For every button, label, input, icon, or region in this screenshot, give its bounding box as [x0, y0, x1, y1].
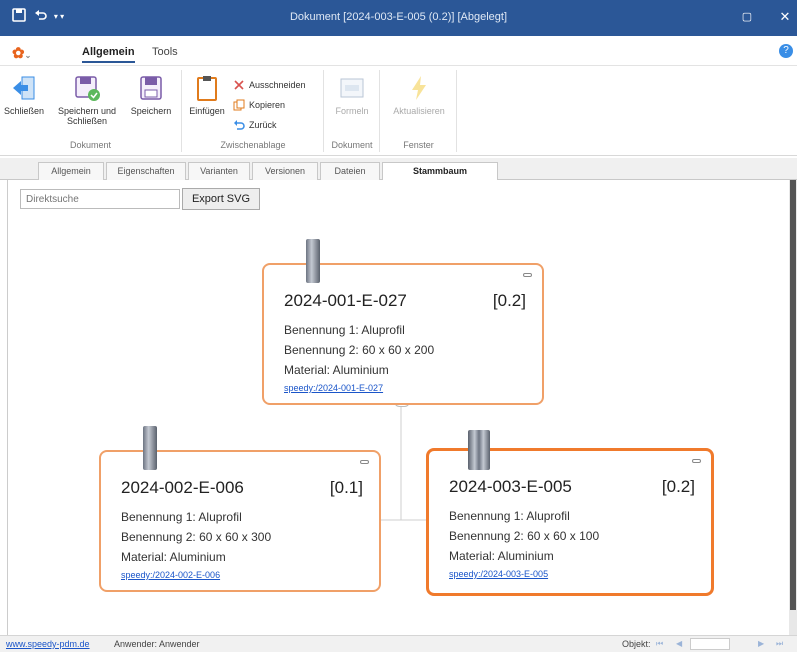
save-and-close-button[interactable]: Speichern und Schließen — [56, 74, 118, 126]
node-version: [0.2] — [492, 291, 526, 310]
next-record-icon[interactable]: ▶ — [758, 639, 764, 648]
node-material: Material: Aluminium — [121, 550, 226, 564]
node-material: Material: Aluminium — [449, 549, 554, 563]
node-benennung-2: Benennung 2: 60 x 60 x 100 — [449, 529, 600, 543]
save-close-icon — [73, 74, 101, 102]
aluprofile-icon — [306, 239, 320, 283]
group-label-dokument-2: Dokument — [331, 140, 373, 150]
clipboard-icon — [193, 74, 221, 102]
tree-node[interactable]: 2024-001-E-027 [0.2] Benennung 1: Alupro… — [262, 263, 544, 405]
refresh-button[interactable]: Aktualisieren — [387, 74, 451, 116]
node-part-number: 2024-001-E-027 — [284, 291, 407, 310]
node-benennung-2: Benennung 2: 60 x 60 x 200 — [284, 343, 435, 357]
tab-allgemein[interactable]: Allgemein — [38, 162, 104, 180]
form-icon — [338, 74, 366, 102]
current-user: Anwender: Anwender — [114, 639, 200, 649]
node-benennung-1: Benennung 1: Aluprofil — [449, 509, 570, 523]
undo-arrow-icon — [233, 119, 245, 131]
website-link[interactable]: www.speedy-pdm.de — [6, 639, 90, 649]
node-version: [0.2] — [661, 477, 695, 496]
group-label-fenster: Fenster — [403, 140, 434, 150]
first-record-icon[interactable]: ⏮ — [656, 639, 663, 649]
undo-button[interactable]: Zurück — [233, 118, 277, 132]
node-version: [0.1] — [329, 478, 363, 497]
node-toggle-icon[interactable] — [692, 459, 701, 463]
node-link[interactable]: speedy:/2024-002-E-006 — [121, 570, 220, 580]
copy-icon — [233, 99, 245, 111]
node-benennung-1: Benennung 1: Aluprofil — [121, 510, 242, 524]
aluprofile-icon — [143, 426, 157, 470]
tree-node[interactable]: 2024-002-E-006 [0.1] Benennung 1: Alupro… — [99, 450, 381, 592]
copy-button[interactable]: Kopieren — [233, 98, 285, 112]
tab-stammbaum[interactable]: Stammbaum — [382, 162, 498, 181]
close-arrow-icon — [10, 74, 38, 102]
paste-button[interactable]: Einfügen — [187, 74, 227, 116]
tab-eigenschaften[interactable]: Eigenschaften — [106, 162, 186, 180]
vertical-scrollbar[interactable] — [789, 180, 797, 635]
scissors-icon — [233, 79, 245, 91]
status-bar: www.speedy-pdm.de Anwender: Anwender Obj… — [0, 635, 797, 652]
node-part-number: 2024-002-E-006 — [121, 478, 244, 497]
ribbon-tab-tools[interactable]: Tools — [152, 46, 178, 58]
ribbon-tab-bar: ✿⌄ Allgemein Tools ? — [0, 36, 797, 66]
group-label-dokument: Dokument — [69, 140, 112, 150]
scrollbar-thumb[interactable] — [790, 180, 796, 610]
node-link[interactable]: speedy:/2024-001-E-027 — [284, 383, 383, 393]
last-record-icon[interactable]: ⏭ — [776, 639, 783, 649]
cut-button[interactable]: Ausschneiden — [233, 78, 306, 92]
ribbon: Schließen Speichern und Schließen Speich… — [0, 66, 797, 156]
tab-dateien[interactable]: Dateien — [320, 162, 380, 180]
save-button[interactable]: Speichern — [126, 74, 176, 116]
close-button[interactable]: Schließen — [4, 74, 44, 116]
help-icon[interactable]: ? — [779, 44, 793, 58]
tree-node-selected[interactable]: 2024-003-E-005 [0.2] Benennung 1: Alupro… — [426, 448, 714, 596]
ribbon-group-fenster: Aktualisieren Fenster — [381, 70, 457, 152]
node-link[interactable]: speedy:/2024-003-E-005 — [449, 569, 548, 579]
node-part-number: 2024-003-E-005 — [449, 477, 572, 496]
ribbon-group-dokument: Schließen Speichern und Schließen Speich… — [0, 70, 182, 152]
maximize-icon[interactable]: ▢ — [738, 8, 756, 26]
tab-versionen[interactable]: Versionen — [252, 162, 318, 180]
stammbaum-panel: Export SVG −2 2024-001-E-027 [0.2] Benen… — [7, 180, 789, 635]
document-tab-bar: Allgemein Eigenschaften Varianten Versio… — [0, 158, 797, 181]
node-benennung-1: Benennung 1: Aluprofil — [284, 323, 405, 337]
node-benennung-2: Benennung 2: 60 x 60 x 300 — [121, 530, 272, 544]
group-label-zwischenablage: Zwischenablage — [220, 140, 286, 150]
ribbon-group-dokument-2: Formeln Dokument — [325, 70, 380, 152]
lightning-icon — [405, 74, 433, 102]
node-material: Material: Aluminium — [284, 363, 389, 377]
window-title: Dokument [2024-003-E-005 (0.2)] [Abgeleg… — [289, 11, 508, 23]
ribbon-group-zwischenablage: Einfügen Ausschneiden Kopieren Zurück Zw… — [183, 70, 324, 152]
save-disk-icon — [137, 74, 165, 102]
previous-record-icon[interactable]: ◀ — [676, 639, 682, 648]
forms-button[interactable]: Formeln — [329, 74, 375, 116]
node-toggle-icon[interactable] — [360, 460, 369, 464]
ribbon-tab-allgemein[interactable]: Allgemein — [82, 46, 135, 63]
close-window-icon[interactable]: ✕ — [776, 8, 794, 26]
node-toggle-icon[interactable] — [523, 273, 532, 277]
object-label: Objekt: — [622, 639, 651, 649]
tab-varianten[interactable]: Varianten — [188, 162, 250, 180]
aluprofile-icon — [468, 430, 490, 470]
app-logo-icon[interactable]: ✿⌄ — [12, 44, 34, 62]
title-bar: ▾ ▾ Dokument [2024-003-E-005 (0.2)] [Abg… — [0, 0, 797, 36]
record-position-field[interactable] — [690, 638, 730, 650]
